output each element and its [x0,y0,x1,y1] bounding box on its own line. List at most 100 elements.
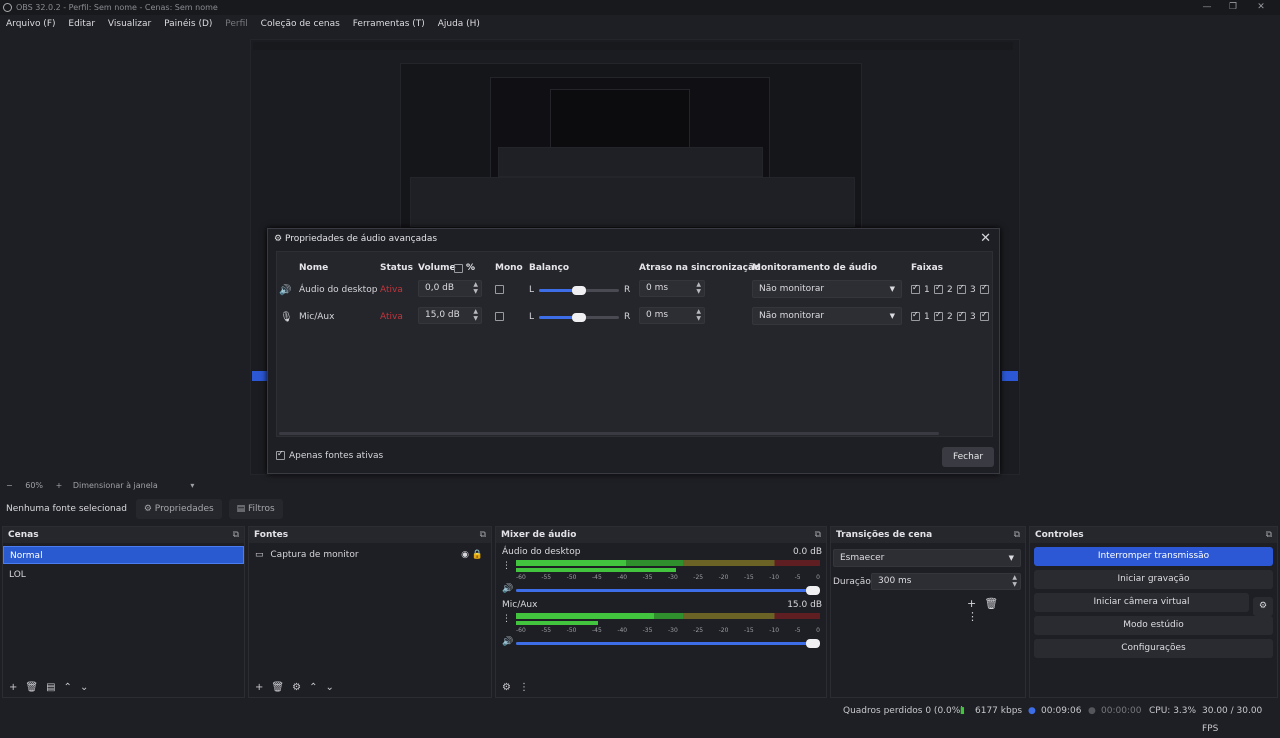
track-checkbox[interactable] [934,310,943,321]
menu-scene-collection[interactable]: Coleção de cenas [261,19,340,29]
menu-icon[interactable]: ⋮ [519,682,537,693]
menu-view[interactable]: Visualizar [108,19,151,29]
add-icon[interactable]: + [255,682,271,693]
gear-icon[interactable]: ⚙ [502,682,519,693]
source-toolbar: Nenhuma fonte selecionad ⚙ Propriedades … [0,497,1280,521]
zoom-mode[interactable]: Dimensionar à janela [73,481,158,490]
trash-icon[interactable]: 🗑 [271,682,292,693]
undock-icon[interactable]: ⧉ [1266,527,1272,543]
mono-checkbox[interactable] [495,312,504,321]
mixer-channel: Áudio do desktop 0.0 dB ⋮ -60 -55 -50 -45 -4… [502,547,822,597]
volume-spinbox[interactable]: 15,0 dB ▲ ▼ [418,307,482,324]
stop-streaming-button[interactable]: Interromper transmissão [1034,547,1273,566]
scene-item-lol[interactable]: LOL [3,566,244,584]
stream-time: 00:09:06 [1041,706,1082,716]
volume-spinbox[interactable]: 0,0 dB ▲ ▼ [418,280,482,297]
menu-profile[interactable]: Perfil [225,19,248,29]
duration-spinbox[interactable]: 300 ms ▲ ▼ [871,573,1021,590]
close-button[interactable]: Fechar [942,447,994,467]
advanced-audio-dialog: ⚙ Propriedades de áudio avançadas ✕ Nome… [267,228,1000,474]
maximize-icon[interactable]: ❐ [1222,0,1244,15]
zoom-out-button[interactable]: − [6,481,13,490]
chevron-down-icon[interactable]: ▾ [190,481,194,490]
menu-help[interactable]: Ajuda (H) [438,19,480,29]
horizontal-scrollbar[interactable] [279,432,939,435]
track-label: 3 [970,285,976,295]
balance-right-label: R [624,285,631,295]
start-recording-button[interactable]: Iniciar gravação [1034,570,1273,589]
add-icon[interactable]: + [967,597,984,610]
mono-checkbox[interactable] [495,285,504,294]
balance-slider[interactable] [539,286,619,295]
meter-scale: -60 -55 -50 -45 -40 -35 -30 -25 -20 -15 -10 -5 0 [516,574,820,581]
down-icon[interactable]: ⌄ [325,682,341,693]
properties-button[interactable]: ⚙ Propriedades [135,499,222,519]
menu-file[interactable]: Arquivo (F) [6,19,56,29]
no-source-label: Nenhuma fonte selecionad [6,504,127,514]
eye-icon[interactable]: ◉ [461,546,469,564]
speaker-icon[interactable]: 🔊 [502,584,513,594]
balance-slider[interactable] [539,313,619,322]
menu-icon[interactable]: ⋮ [967,610,986,623]
up-icon[interactable]: ⌃ [309,682,325,693]
header-balance: Balanço [529,263,570,273]
channel-menu-icon[interactable]: ⋮ [502,614,511,624]
only-active-checkbox[interactable] [276,449,285,460]
track-checkbox[interactable] [911,283,920,294]
gear-icon[interactable]: ⚙ [1253,597,1273,616]
channel-menu-icon[interactable]: ⋮ [502,561,511,571]
volume-slider[interactable] [516,639,820,648]
bitrate: 6177 kbps [975,706,1023,716]
source-item-label: Captura de monitor [270,550,359,560]
scenes-header: Cenas ⧉ [3,527,244,543]
add-icon[interactable]: + [9,682,25,693]
undock-icon[interactable]: ⧉ [815,527,821,543]
undock-icon[interactable]: ⧉ [1014,527,1020,543]
dialog-close-icon[interactable]: ✕ [980,231,991,246]
channel-name: Mic/Aux [502,600,538,610]
gear-icon[interactable]: ⚙ [292,682,309,693]
sync-offset-spinbox[interactable]: 0 ms ▲ ▼ [639,280,705,297]
menu-docks[interactable]: Painéis (D) [164,19,212,29]
filter-icon[interactable]: ▤ [46,682,63,693]
monitoring-select[interactable]: Não monitorar ▼ [752,280,902,298]
monitoring-select[interactable]: Não monitorar ▼ [752,307,902,325]
balance-left-label: L [529,312,535,322]
scene-item-normal[interactable]: Normal [3,546,244,564]
transition-select[interactable]: Esmaecer ▼ [833,549,1021,567]
percent-checkbox[interactable] [454,264,463,273]
track-checkbox[interactable] [980,283,989,294]
menu-bar: Arquivo (F) Editar Visualizar Painéis (D… [0,16,1280,33]
up-icon[interactable]: ⌃ [64,682,80,693]
filters-button[interactable]: ▤ Filtros [228,499,283,519]
lock-icon[interactable]: 🔒 [472,546,483,564]
studio-mode-button[interactable]: Modo estúdio [1034,616,1273,635]
menu-edit[interactable]: Editar [68,19,95,29]
minimize-icon[interactable]: — [1196,0,1218,15]
track-checkbox[interactable] [957,283,966,294]
trash-icon[interactable]: 🗑 [25,682,46,693]
nested-scene-selected [252,371,268,381]
sync-offset-spinbox[interactable]: 0 ms ▲ ▼ [639,307,705,324]
undock-icon[interactable]: ⧉ [480,527,486,543]
menu-tools[interactable]: Ferramentas (T) [353,19,425,29]
track-checkbox[interactable] [980,310,989,321]
track-label: 1 [924,312,930,322]
row-name: Áudio do desktop [299,285,378,295]
down-icon[interactable]: ⌄ [80,682,96,693]
trash-icon[interactable]: 🗑 [984,597,1006,610]
start-virtual-camera-button[interactable]: Iniciar câmera virtual [1034,593,1249,612]
track-checkbox[interactable] [957,310,966,321]
track-checkbox[interactable] [911,310,920,321]
close-icon[interactable]: ✕ [1250,0,1272,15]
volume-slider[interactable] [516,586,820,595]
source-item[interactable]: ▭ Captura de monitor ◉ 🔒 [249,546,491,564]
track-checkbox[interactable] [934,283,943,294]
record-icon: ● [1088,706,1096,716]
undock-icon[interactable]: ⧉ [233,527,239,543]
level-meter-fill [516,613,654,619]
settings-button[interactable]: Configurações [1034,639,1273,658]
header-volume: Volume [418,263,456,273]
speaker-icon[interactable]: 🔊 [502,637,513,647]
zoom-in-button[interactable]: + [56,481,63,490]
